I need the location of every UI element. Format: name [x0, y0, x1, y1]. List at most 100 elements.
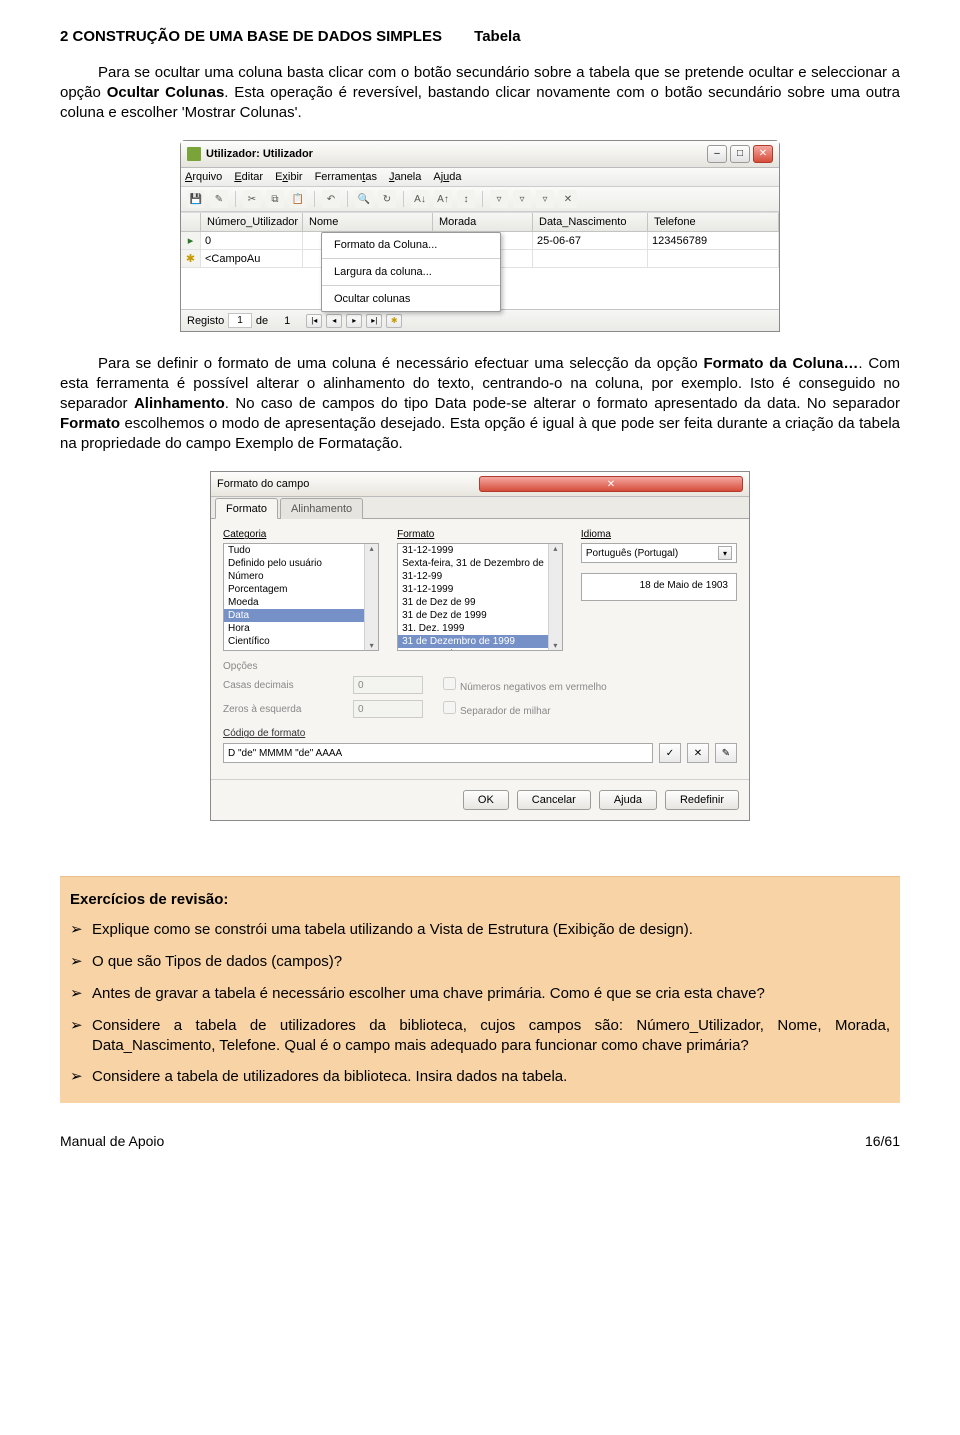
- check-icon[interactable]: ✓: [659, 743, 681, 763]
- list-item[interactable]: 31-12-1999: [398, 544, 548, 557]
- new-record-button[interactable]: ✱: [386, 314, 402, 328]
- paste-icon[interactable]: 📋: [289, 190, 307, 208]
- exercise-item: ➢Antes de gravar a tabela é necessário e…: [70, 984, 890, 1004]
- first-record-button[interactable]: |◂: [306, 314, 322, 328]
- list-item[interactable]: Hora: [224, 622, 364, 635]
- close-button[interactable]: ✕: [479, 476, 743, 492]
- tab-alinhamento[interactable]: Alinhamento: [280, 498, 363, 519]
- refresh-icon[interactable]: ↻: [378, 190, 396, 208]
- cell[interactable]: 25-06-67: [533, 232, 648, 249]
- bullet-icon: ➢: [70, 1067, 92, 1087]
- prev-record-button[interactable]: ◂: [326, 314, 342, 328]
- current-record-field[interactable]: 1: [228, 313, 252, 328]
- menu-ajuda[interactable]: Ajuda: [433, 171, 461, 183]
- column-header-morada[interactable]: Morada: [433, 213, 533, 231]
- list-item[interactable]: 31-12-1999: [398, 583, 548, 596]
- exercise-title: Exercícios de revisão:: [70, 891, 890, 908]
- cancel-icon[interactable]: ✕: [687, 743, 709, 763]
- list-item[interactable]: 31 de Dez de 99: [398, 596, 548, 609]
- ctx-formato-coluna[interactable]: Formato da Coluna...: [322, 235, 500, 255]
- filter-icon[interactable]: ▿: [490, 190, 508, 208]
- casas-field: 0: [353, 676, 423, 694]
- find-icon[interactable]: 🔍: [355, 190, 373, 208]
- list-item[interactable]: 31 de Dezembro de 1999: [398, 635, 548, 648]
- edit-icon[interactable]: ✎: [715, 743, 737, 763]
- cell[interactable]: <CampoAu: [201, 250, 303, 267]
- list-item[interactable]: Científico: [224, 635, 364, 648]
- next-record-button[interactable]: ▸: [346, 314, 362, 328]
- list-item[interactable]: 31. Dezembro 1999: [398, 648, 548, 651]
- menu-exibir[interactable]: Exibir: [275, 171, 303, 183]
- ajuda-button[interactable]: Ajuda: [599, 790, 657, 810]
- idioma-dropdown[interactable]: Português (Portugal) ▾: [581, 543, 737, 563]
- menu-janela[interactable]: Janela: [389, 171, 421, 183]
- last-record-button[interactable]: ▸|: [366, 314, 382, 328]
- list-item[interactable]: Tudo: [224, 544, 364, 557]
- ok-button[interactable]: OK: [463, 790, 509, 810]
- footer-right: 16/61: [865, 1133, 900, 1149]
- bullet-icon: ➢: [70, 952, 92, 972]
- dialog-tabs: Formato Alinhamento: [211, 497, 749, 519]
- row-header[interactable]: [181, 213, 201, 231]
- exercise-item: ➢O que são Tipos de dados (campos)?: [70, 952, 890, 972]
- sort-desc-icon[interactable]: A↑: [434, 190, 452, 208]
- cell[interactable]: [648, 250, 779, 267]
- cut-icon[interactable]: ✂: [243, 190, 261, 208]
- cancelar-button[interactable]: Cancelar: [517, 790, 591, 810]
- maximize-button[interactable]: □: [730, 145, 750, 163]
- label-idioma: Idioma: [581, 529, 737, 540]
- ctx-ocultar-colunas[interactable]: Ocultar colunas: [322, 289, 500, 309]
- codigo-formato-field[interactable]: D "de" MMMM "de" AAAA: [223, 743, 653, 763]
- undo-icon[interactable]: ↶: [322, 190, 340, 208]
- app-icon: [187, 147, 201, 161]
- list-item[interactable]: Porcentagem: [224, 583, 364, 596]
- chevron-down-icon[interactable]: ▾: [718, 546, 732, 560]
- column-header-num[interactable]: Número_Utilizador: [201, 213, 303, 231]
- sort-asc-icon[interactable]: A↓: [411, 190, 429, 208]
- list-item[interactable]: Data: [224, 609, 364, 622]
- text: . No caso de campos do tipo Data pode-se…: [225, 395, 900, 412]
- list-item[interactable]: Definido pelo usuário: [224, 557, 364, 570]
- paragraph-2: Para se definir o formato de uma coluna …: [60, 354, 900, 453]
- column-header-tel[interactable]: Telefone: [648, 213, 779, 231]
- list-item[interactable]: Sexta-feira, 31 de Dezembro de: [398, 557, 548, 570]
- text-bold: Formato da Coluna…: [703, 355, 858, 372]
- page-header: 2 CONSTRUÇÃO DE UMA BASE DE DADOS SIMPLE…: [60, 28, 900, 45]
- list-item[interactable]: Número: [224, 570, 364, 583]
- minimize-button[interactable]: –: [707, 145, 727, 163]
- column-header-data[interactable]: Data_Nascimento: [533, 213, 648, 231]
- row-marker: ✱: [181, 250, 201, 267]
- tab-formato[interactable]: Formato: [215, 498, 278, 519]
- exercise-item: ➢Considere a tabela de utilizadores da b…: [70, 1067, 890, 1087]
- filter-icon[interactable]: ▿: [513, 190, 531, 208]
- list-item[interactable]: Moeda: [224, 596, 364, 609]
- categoria-listbox[interactable]: Tudo Definido pelo usuário Número Porcen…: [223, 543, 379, 651]
- list-item[interactable]: 31. Dez. 1999: [398, 622, 548, 635]
- menu-arquivo[interactable]: AArquivorquivo: [185, 171, 222, 183]
- list-item[interactable]: 31-12-99: [398, 570, 548, 583]
- menu-editar[interactable]: Editar: [234, 171, 263, 183]
- close-button[interactable]: ✕: [753, 145, 773, 163]
- column-header-nome[interactable]: Nome: [303, 213, 433, 231]
- scrollbar[interactable]: ▴▾: [548, 544, 562, 650]
- scrollbar[interactable]: ▴▾: [364, 544, 378, 650]
- paragraph-1: Para se ocultar uma coluna basta clicar …: [60, 63, 900, 122]
- copy-icon[interactable]: ⧉: [266, 190, 284, 208]
- redefinir-button[interactable]: Redefinir: [665, 790, 739, 810]
- cell[interactable]: [533, 250, 648, 267]
- list-item[interactable]: 31 de Dez de 1999: [398, 609, 548, 622]
- cell[interactable]: 0: [201, 232, 303, 249]
- label-casas: Casas decimais: [223, 680, 333, 691]
- sort-icon[interactable]: ↕: [457, 190, 475, 208]
- edit-icon[interactable]: ✎: [210, 190, 228, 208]
- menu-ferramentas[interactable]: Ferramentas: [315, 171, 377, 183]
- label-categoria: Categoria: [223, 529, 379, 540]
- cell[interactable]: 123456789: [648, 232, 779, 249]
- filter-icon[interactable]: ▿: [536, 190, 554, 208]
- context-menu: Formato da Coluna... Largura da coluna..…: [321, 232, 501, 312]
- formato-listbox[interactable]: 31-12-1999 Sexta-feira, 31 de Dezembro d…: [397, 543, 563, 651]
- remove-filter-icon[interactable]: ✕: [559, 190, 577, 208]
- ctx-largura-coluna[interactable]: Largura da coluna...: [322, 262, 500, 282]
- save-icon[interactable]: 💾: [187, 190, 205, 208]
- text-bold: Ocultar Colunas: [107, 84, 225, 101]
